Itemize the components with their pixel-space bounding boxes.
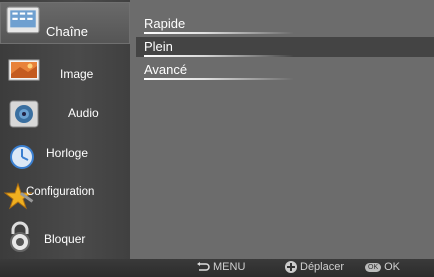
menu-divider xyxy=(144,78,294,80)
sidebar-item-horloge[interactable]: Horloge xyxy=(0,136,130,176)
menu-item-label: Plein xyxy=(144,39,173,54)
menu-hint: MENU xyxy=(196,261,245,273)
menu-divider xyxy=(144,55,294,57)
menu-item-label: Rapide xyxy=(144,16,186,31)
picture-icon xyxy=(8,59,40,81)
clock-icon xyxy=(10,145,34,169)
sidebar-item-image[interactable]: Image xyxy=(0,50,130,90)
menu-item-rapide[interactable]: Rapide xyxy=(136,14,434,34)
category-sidebar: Chaîne Image Audio Horloge Configuration… xyxy=(0,0,130,259)
return-icon xyxy=(197,262,210,271)
menu-hint-label: MENU xyxy=(213,261,246,273)
ok-hint-label: OK xyxy=(384,261,401,273)
sidebar-item-chaine[interactable]: Chaîne xyxy=(0,2,130,44)
sidebar-item-label: Bloquer xyxy=(44,232,86,246)
move-hint: Déplacer xyxy=(285,261,344,273)
sidebar-item-label: Horloge xyxy=(46,146,89,160)
sidebar-item-configuration[interactable]: Configuration xyxy=(0,176,130,216)
ok-hint: OK OK xyxy=(365,261,400,273)
sidebar-item-audio[interactable]: Audio xyxy=(0,94,130,134)
ok-badge: OK xyxy=(365,262,382,272)
lock-icon xyxy=(10,221,30,252)
sidebar-item-bloquer[interactable]: Bloquer xyxy=(0,216,130,256)
speaker-icon xyxy=(9,100,39,128)
footer-hints: MENU Déplacer OK OK xyxy=(0,259,434,277)
sidebar-item-label: Image xyxy=(60,67,94,81)
menu-item-avance[interactable]: Avancé xyxy=(136,60,434,80)
channel-icon xyxy=(6,6,40,34)
menu-item-label: Avancé xyxy=(144,62,188,77)
sidebar-item-label: Chaîne xyxy=(46,24,88,39)
sidebar-item-label: Configuration xyxy=(26,186,95,198)
menu-divider xyxy=(144,32,294,34)
dpad-icon xyxy=(285,261,297,273)
submenu-panel: Rapide Plein Avancé xyxy=(130,0,434,259)
menu-item-plein[interactable]: Plein xyxy=(136,37,434,57)
tv-menu-screen: Chaîne Image Audio Horloge Configuration… xyxy=(0,0,434,277)
sidebar-item-label: Audio xyxy=(68,106,99,120)
move-hint-label: Déplacer xyxy=(300,261,345,273)
